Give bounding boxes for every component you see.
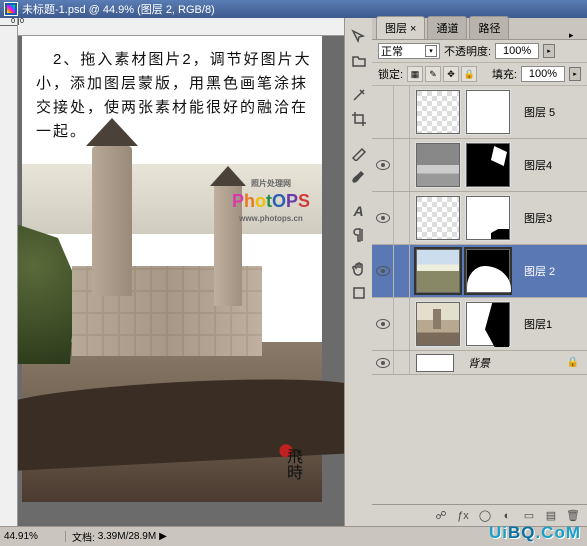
- blend-mode-value: 正常: [381, 43, 403, 59]
- ruler-vertical: 0: [0, 18, 18, 526]
- new-layer-icon[interactable]: ▤: [543, 508, 559, 524]
- link-layers-icon[interactable]: ☍: [433, 508, 449, 524]
- layers-list[interactable]: 图层 5 图层4: [372, 86, 587, 504]
- shape-tool-icon[interactable]: [348, 282, 370, 304]
- folder-icon[interactable]: [348, 50, 370, 72]
- status-flyout-icon[interactable]: ▶: [159, 531, 167, 542]
- layer-thumb[interactable]: [416, 302, 460, 346]
- layer-row[interactable]: 图层 5: [372, 86, 587, 139]
- zoom-field[interactable]: 44.91%: [0, 531, 66, 542]
- layer-mask-thumb[interactable]: [466, 302, 510, 346]
- type-tool-icon[interactable]: A: [348, 200, 370, 222]
- document-canvas[interactable]: 2、拖入素材图片2，调节好图片大小，添加图层蒙版，用黑色画笔涂抹交接处，使两张素…: [22, 36, 322, 502]
- new-group-icon[interactable]: ▭: [521, 508, 537, 524]
- tab-paths[interactable]: 路径: [469, 16, 509, 39]
- layer-name[interactable]: 图层1: [524, 316, 552, 332]
- layer-name[interactable]: 图层 5: [524, 104, 555, 120]
- chevron-down-icon[interactable]: ▾: [425, 45, 437, 57]
- fill-label: 填充:: [492, 66, 517, 82]
- wand-tool-icon[interactable]: [348, 84, 370, 106]
- app-icon: [4, 2, 18, 16]
- visibility-toggle[interactable]: [372, 298, 394, 350]
- crop-tool-icon[interactable]: [348, 108, 370, 130]
- watermark: UiBQ.CoM: [489, 523, 581, 543]
- fill-flyout-icon[interactable]: ▸: [569, 67, 581, 81]
- layer-row[interactable]: 图层3: [372, 192, 587, 245]
- seal-stamp: 飛時: [268, 434, 304, 490]
- layer-row[interactable]: 图层1: [372, 298, 587, 351]
- opacity-flyout-icon[interactable]: ▸: [543, 44, 555, 58]
- photops-logo: 照片处理网 PhotOPS www.photops.cn: [232, 178, 310, 225]
- document-title: 未标题-1.psd @ 44.9% (图层 2, RGB/8): [22, 1, 215, 17]
- layer-row[interactable]: 图层4: [372, 139, 587, 192]
- layer-thumb[interactable]: [416, 249, 460, 293]
- visibility-toggle[interactable]: [372, 86, 394, 138]
- layer-mask-thumb[interactable]: [466, 249, 510, 293]
- visibility-toggle[interactable]: [372, 351, 394, 374]
- hand-tool-icon[interactable]: [348, 258, 370, 280]
- arrow-tool-icon[interactable]: [348, 26, 370, 48]
- layer-thumb[interactable]: [416, 90, 460, 134]
- lock-pixels-icon[interactable]: ✎: [425, 66, 441, 82]
- visibility-toggle[interactable]: [372, 245, 394, 297]
- brush-tool-icon[interactable]: [348, 166, 370, 188]
- paragraph-icon[interactable]: [348, 224, 370, 246]
- layer-style-icon[interactable]: ƒx: [455, 508, 471, 524]
- layer-name[interactable]: 图层 2: [524, 263, 555, 279]
- blend-mode-select[interactable]: 正常 ▾: [378, 43, 440, 59]
- eye-icon: [376, 358, 390, 368]
- tab-channels[interactable]: 通道: [427, 16, 467, 39]
- layer-mask-thumb[interactable]: [466, 90, 510, 134]
- delete-layer-icon[interactable]: 🗑: [565, 508, 581, 524]
- visibility-toggle[interactable]: [372, 192, 394, 244]
- layer-thumb[interactable]: [416, 354, 454, 372]
- layer-mask-thumb[interactable]: [466, 196, 510, 240]
- panel-menu-icon[interactable]: [569, 29, 583, 39]
- layers-panel: 图层 × 通道 路径 正常 ▾ 不透明度: 100% ▸ 锁定: ▦ ✎ ✥ 🔒…: [372, 18, 587, 526]
- opacity-label: 不透明度:: [444, 43, 491, 59]
- layer-row-background[interactable]: 背景 🔒: [372, 351, 587, 375]
- vertical-toolbar: A: [344, 18, 372, 526]
- layer-row-selected[interactable]: 图层 2: [372, 245, 587, 298]
- eye-icon: [376, 266, 390, 276]
- lock-all-icon[interactable]: 🔒: [461, 66, 477, 82]
- layer-name[interactable]: 图层4: [524, 157, 552, 173]
- layer-name[interactable]: 图层3: [524, 210, 552, 226]
- ruler-horizontal: 0: [18, 18, 344, 36]
- layer-mask-thumb[interactable]: [466, 143, 510, 187]
- doc-size-value: 3.39M/28.9M: [98, 531, 156, 542]
- tutorial-text: 2、拖入素材图片2，调节好图片大小，添加图层蒙版，用黑色画笔涂抹交接处，使两张素…: [36, 48, 312, 144]
- lock-label: 锁定:: [378, 66, 403, 82]
- eye-icon: [376, 160, 390, 170]
- lock-transparency-icon[interactable]: ▦: [407, 66, 423, 82]
- layer-thumb[interactable]: [416, 143, 460, 187]
- doc-size-label: 文档:: [72, 529, 95, 544]
- fill-input[interactable]: 100%: [521, 66, 565, 82]
- lock-icon: 🔒: [567, 357, 579, 368]
- eye-icon: [376, 213, 390, 223]
- adjustment-layer-icon[interactable]: ◐: [499, 508, 515, 524]
- layer-thumb[interactable]: [416, 196, 460, 240]
- opacity-input[interactable]: 100%: [495, 43, 539, 59]
- eye-icon: [376, 319, 390, 329]
- layer-name[interactable]: 背景: [468, 355, 490, 371]
- visibility-toggle[interactable]: [372, 139, 394, 191]
- canvas-viewport[interactable]: 2、拖入素材图片2，调节好图片大小，添加图层蒙版，用黑色画笔涂抹交接处，使两张素…: [18, 36, 344, 526]
- tab-layers[interactable]: 图层 ×: [376, 16, 425, 39]
- slice-tool-icon[interactable]: [348, 142, 370, 164]
- add-mask-icon[interactable]: ◯: [477, 508, 493, 524]
- lock-position-icon[interactable]: ✥: [443, 66, 459, 82]
